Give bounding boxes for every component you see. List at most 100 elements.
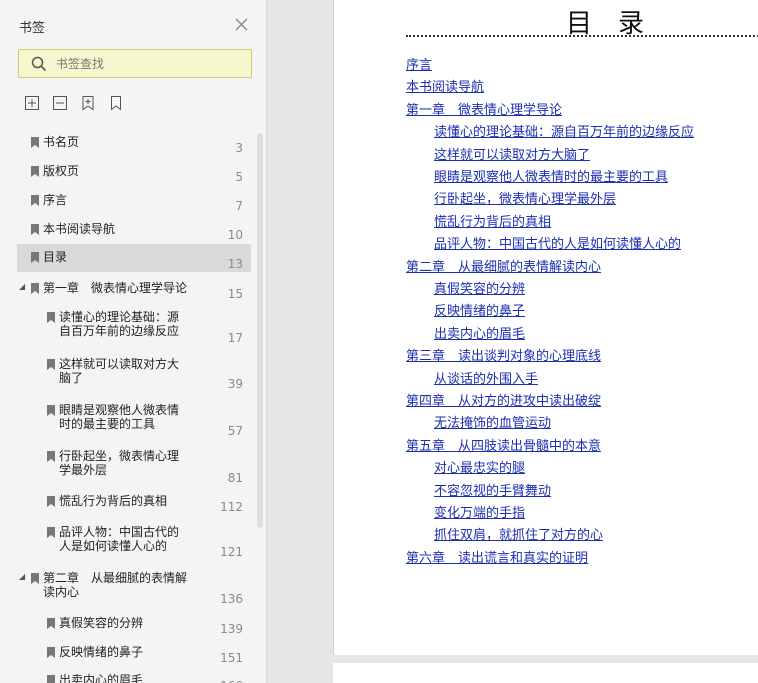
bookmark-label-line1: 眼睛是观察他人微表情 [59, 403, 180, 417]
add-bookmark-icon[interactable] [80, 95, 96, 111]
bookmark-label: 慌乱行为背后的真相 [59, 494, 168, 508]
toc-link[interactable]: 品评人物：中国古代的人是如何读懂人心的 [434, 233, 681, 252]
bookmark-label-line2: 人是如何读懂人心的 [59, 539, 168, 553]
bookmark-label-line1: 读懂心的理论基础：源 [59, 310, 180, 324]
bookmark-label: 真假笑容的分辨 [59, 616, 144, 630]
expanded-arrow-icon[interactable]: ◢ [19, 572, 25, 581]
toc-link[interactable]: 无法掩饰的血管运动 [434, 412, 551, 431]
bookmark-page: 57 [227, 424, 243, 438]
bookmark-flag-icon [47, 405, 55, 416]
collapse-all-icon[interactable] [52, 95, 68, 111]
bookmark-item[interactable]: 序言 7 [17, 189, 251, 213]
bookmark-flag-icon [47, 312, 55, 323]
bookmark-page: 121 [220, 545, 243, 559]
toc-link[interactable]: 第四章 从对方的进攻中读出破绽 [406, 390, 601, 409]
bookmark-flag-icon [47, 675, 55, 683]
bookmark-item[interactable]: 读懂心的理论基础：源 自百万年前的边缘反应 17 [17, 308, 251, 348]
bookmark-label: 目录 [43, 250, 68, 264]
bookmark-item[interactable]: 慌乱行为背后的真相 112 [17, 492, 251, 516]
bookmark-page: 3 [235, 141, 243, 155]
toc-link[interactable]: 不容忽视的手臂舞动 [434, 480, 551, 499]
bookmark-item[interactable]: 品评人物：中国古代的 人是如何读懂人心的 121 [17, 523, 251, 563]
panel-title: 书签 [19, 21, 46, 36]
bookmark-flag-icon [31, 166, 39, 177]
toc-link[interactable]: 读懂心的理论基础：源自百万年前的边缘反应 [434, 121, 694, 140]
bookmark-page: 5 [235, 170, 243, 184]
toc-link[interactable]: 从谈话的外围入手 [434, 368, 538, 387]
toc-link[interactable]: 这样就可以读取对方大脑了 [434, 144, 590, 163]
bookmark-item[interactable]: 书名页 3 [17, 131, 251, 155]
toc-link[interactable]: 变化万端的手指 [434, 502, 525, 521]
toc-link[interactable]: 眼睛是观察他人微表情时的最主要的工具 [434, 166, 668, 185]
bookmark-page: 17 [227, 331, 243, 345]
bookmark-flag-icon [47, 359, 55, 370]
document-page: 目 录 序言 本书阅读导航 第一章 微表情心理学导论 读懂心的理论基础：源自百万年前的… [333, 0, 758, 655]
bookmark-tree: 书名页 3 版权页 5 序言 7 本书阅读导航 10 目录 13 ◢ 第一章 微… [17, 131, 251, 683]
bookmark-page: 139 [220, 622, 243, 636]
bookmark-item[interactable]: 本书阅读导航 10 [17, 218, 251, 242]
close-icon[interactable] [233, 16, 250, 33]
bookmark-item[interactable]: 眼睛是观察他人微表情 时的最主要的工具 57 [17, 401, 251, 441]
bookmark-flag-icon [31, 195, 39, 206]
bookmark-item[interactable]: 出卖内心的眉毛 166 [17, 671, 251, 683]
bookmark-flag-icon [31, 137, 39, 148]
bookmark-page: 81 [227, 471, 243, 485]
bookmark-page: 136 [220, 592, 243, 606]
toc-link[interactable]: 对心最忠实的腿 [434, 457, 525, 476]
bookmark-search-box[interactable] [18, 49, 252, 78]
bookmark-panel: 书签 书名页 3 [0, 0, 267, 683]
bookmark-item[interactable]: 真假笑容的分辨 139 [17, 614, 251, 638]
bookmark-label-line1: 第二章 从最细腻的表情解 [43, 571, 188, 585]
bookmark-page: 7 [235, 199, 243, 213]
bookmark-scrollbar[interactable] [257, 133, 263, 528]
bookmark-label: 出卖内心的眉毛 [59, 673, 144, 683]
bookmark-page: 10 [227, 228, 243, 242]
bookmark-flag-icon [47, 451, 55, 462]
bookmark-page: 151 [220, 651, 243, 665]
bookmark-search-input[interactable] [56, 55, 241, 73]
bookmark-page: 39 [227, 377, 243, 391]
bookmark-icon[interactable] [108, 95, 124, 111]
bookmark-page: 166 [220, 679, 243, 683]
bookmark-label: 本书阅读导航 [43, 222, 116, 236]
toc-link[interactable]: 慌乱行为背后的真相 [434, 211, 551, 230]
expand-all-icon[interactable] [24, 95, 40, 111]
toc-link[interactable]: 第二章 从最细腻的表情解读内心 [406, 256, 601, 275]
bookmark-label: 反映情绪的鼻子 [59, 645, 144, 659]
bookmark-label-line2: 读内心 [43, 585, 80, 599]
toc-link[interactable]: 第三章 读出谈判对象的心理底线 [406, 345, 601, 364]
toc-link[interactable]: 出卖内心的眉毛 [434, 323, 525, 342]
toc-link[interactable]: 第六章 读出谎言和真实的证明 [406, 547, 588, 566]
bookmark-flag-icon [31, 224, 39, 235]
next-document-page [333, 663, 758, 683]
bookmark-label: 书名页 [43, 135, 80, 149]
toc-link[interactable]: 抓住双肩，就抓住了对方的心 [434, 524, 603, 543]
toc-link[interactable]: 第一章 微表情心理学导论 [406, 99, 562, 118]
bookmark-item[interactable]: ◢ 第一章 微表情心理学导论 15 [17, 277, 251, 301]
bookmark-label-line2: 学最外层 [59, 463, 108, 477]
search-icon [31, 56, 47, 72]
expanded-arrow-icon[interactable]: ◢ [19, 282, 25, 291]
bookmark-item[interactable]: 这样就可以读取对方大 脑了 39 [17, 355, 251, 395]
bookmark-item[interactable]: 反映情绪的鼻子 151 [17, 643, 251, 667]
bookmark-flag-icon [47, 496, 55, 507]
toc-link[interactable]: 第五章 从四肢读出骨髓中的本意 [406, 435, 601, 454]
toc-link[interactable]: 行卧起坐，微表情心理学最外层 [434, 188, 616, 207]
toc-link[interactable]: 反映情绪的鼻子 [434, 300, 525, 319]
bookmark-item[interactable]: 版权页 5 [17, 160, 251, 184]
bookmark-item[interactable]: ◢ 第二章 从最细腻的表情解 读内心 136 [17, 569, 251, 609]
bookmark-flag-icon [47, 527, 55, 538]
bookmark-label: 序言 [43, 193, 68, 207]
toc-link[interactable]: 真假笑容的分辨 [434, 278, 525, 297]
bookmark-flag-icon [47, 618, 55, 629]
bookmark-page: 112 [220, 500, 243, 514]
bookmark-page: 13 [227, 257, 243, 271]
bookmark-item-selected[interactable]: 目录 13 [17, 244, 251, 272]
toc-link[interactable]: 序言 [406, 54, 432, 73]
toc-link[interactable]: 本书阅读导航 [406, 76, 484, 95]
bookmark-label-line2: 自百万年前的边缘反应 [59, 324, 180, 338]
bookmark-flag-icon [31, 283, 39, 294]
bookmark-flag-icon [31, 573, 39, 584]
bookmark-item[interactable]: 行卧起坐，微表情心理 学最外层 81 [17, 447, 251, 487]
bookmark-page: 15 [227, 287, 243, 301]
